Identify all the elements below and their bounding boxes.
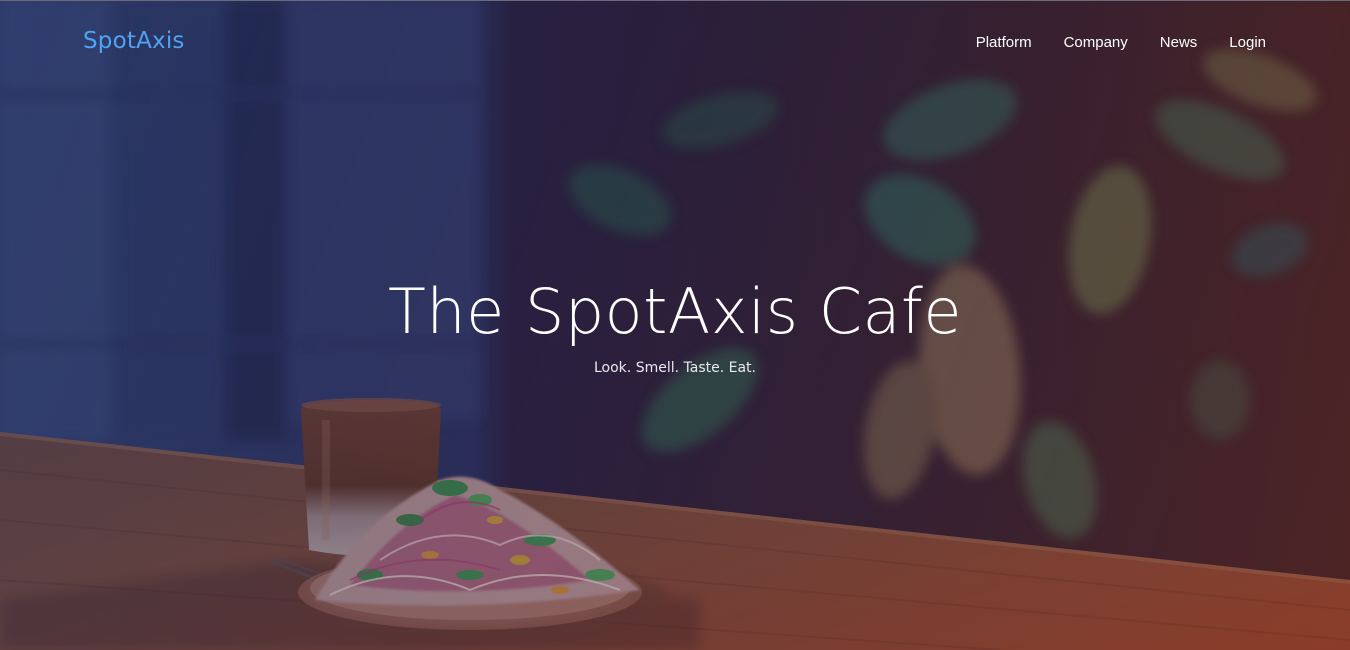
nav-links: Platform Company News Login <box>944 34 1266 51</box>
brand-logo-link[interactable]: SpotAxis <box>83 28 185 54</box>
hero-subtitle: Look. Smell. Taste. Eat. <box>594 360 756 376</box>
navbar: SpotAxis Platform Company News Login <box>0 0 1350 88</box>
nav-link-company[interactable]: Company <box>1064 34 1128 51</box>
hero-title: The SpotAxis Cafe <box>387 275 963 348</box>
nav-link-news[interactable]: News <box>1160 34 1198 51</box>
hero-content: The SpotAxis Cafe Look. Smell. Taste. Ea… <box>0 272 1350 376</box>
nav-link-platform[interactable]: Platform <box>976 34 1032 51</box>
nav-link-login[interactable]: Login <box>1229 34 1266 51</box>
hero-section: SpotAxis Platform Company News Login The… <box>0 0 1350 650</box>
